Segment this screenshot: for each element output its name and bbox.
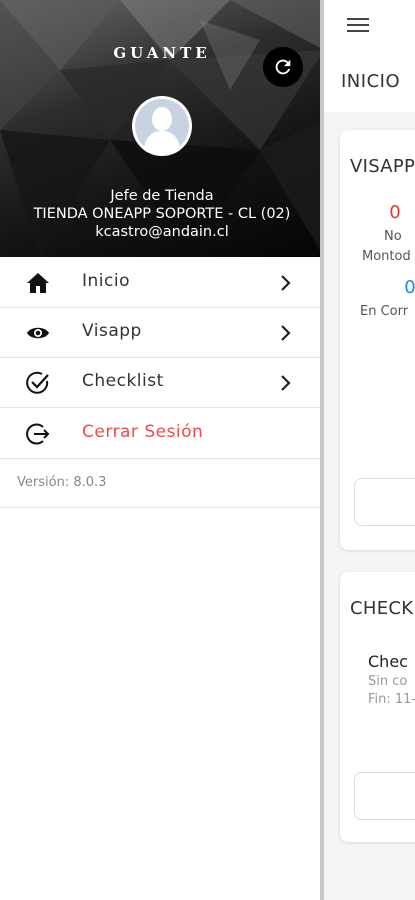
menu-item-label: Cerrar Sesión <box>82 422 204 442</box>
refresh-button[interactable] <box>263 47 303 87</box>
menu-item-label: Checklist <box>82 371 164 391</box>
user-silhouette-icon <box>135 99 189 153</box>
checklist-item-status: Sin co <box>368 674 408 689</box>
check-circle-icon <box>24 370 52 396</box>
chevron-right-icon <box>281 375 291 391</box>
navigation-drawer: GUANTE Jefe de Tienda TIENDA ONEAPP SOPO… <box>0 0 324 900</box>
eye-icon <box>24 320 52 346</box>
stat-label-montado: Montod <box>362 249 411 264</box>
divider <box>0 507 320 508</box>
page-title: INICIO <box>341 71 401 92</box>
checklist-item-end-date: Fin: 11- <box>368 692 415 707</box>
user-email: kcastro@andain.cl <box>95 224 229 240</box>
stat-label-en-correccion: En Corr <box>360 304 409 319</box>
menu-item-label: Visapp <box>82 321 142 341</box>
menu-item-checklist[interactable]: Checklist <box>0 358 320 408</box>
stat-label-no: No <box>384 229 402 244</box>
checklist-card-button[interactable] <box>354 772 415 820</box>
chevron-right-icon <box>281 325 291 341</box>
stat-value-no-montado: 0 <box>389 202 401 223</box>
avatar <box>132 96 192 156</box>
visapp-card: VISAPP 0 No Montod 0 En Corr <box>340 130 415 550</box>
user-role: Jefe de Tienda <box>110 188 214 204</box>
menu-item-inicio[interactable]: Inicio <box>0 258 320 308</box>
refresh-icon <box>275 59 291 75</box>
checklist-card-title: CHECK <box>350 598 414 619</box>
stat-value-en-correccion: 0 <box>404 277 415 298</box>
drawer-header: GUANTE Jefe de Tienda TIENDA ONEAPP SOPO… <box>0 0 320 257</box>
visapp-card-button[interactable] <box>354 478 415 526</box>
menu-item-visapp[interactable]: Visapp <box>0 308 320 358</box>
menu-item-logout[interactable]: Cerrar Sesión <box>0 409 320 459</box>
home-icon <box>24 270 52 296</box>
chevron-right-icon <box>281 275 291 291</box>
logout-icon <box>24 421 52 447</box>
checklist-card: CHECK Chec Sin co Fin: 11- <box>340 572 415 842</box>
menu-icon[interactable] <box>347 14 373 34</box>
app-version: Versión: 8.0.3 <box>17 475 107 490</box>
visapp-card-title: VISAPP <box>350 156 415 177</box>
checklist-item-name: Chec <box>368 652 408 671</box>
menu-item-label: Inicio <box>82 271 130 291</box>
user-store: TIENDA ONEAPP SOPORTE - CL (02) <box>33 206 291 222</box>
